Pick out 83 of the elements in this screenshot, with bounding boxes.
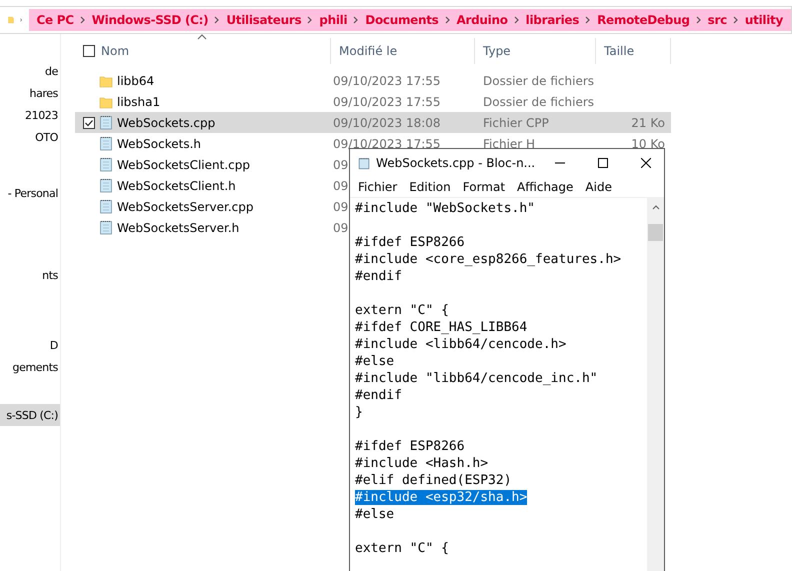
- chevron-icon: [20, 16, 22, 24]
- file-type: Fichier H: [483, 136, 536, 150]
- notepad-file-icon: [99, 115, 113, 130]
- sort-caret-icon: [197, 34, 207, 40]
- date-modified: 09: [333, 158, 348, 172]
- code-line: extern "C" {: [355, 541, 449, 556]
- notepad-file-icon: [99, 199, 113, 214]
- sidebar-item[interactable]: gements: [0, 356, 60, 378]
- code-line: #endif: [355, 388, 402, 403]
- sidebar-item[interactable]: 21023: [0, 104, 60, 126]
- scroll-thumb[interactable]: [648, 224, 663, 241]
- date-modified: 09/10/2023 17:55: [333, 94, 441, 108]
- date-modified: 09: [333, 220, 348, 234]
- chevron-icon: [353, 16, 360, 24]
- notepad-file-icon: [99, 220, 113, 235]
- column-header[interactable]: Nom: [101, 44, 130, 58]
- notepad-file-icon: [99, 157, 113, 172]
- column-header[interactable]: Taille: [604, 44, 634, 58]
- window-title: WebSockets.cpp - Bloc-n...: [376, 156, 536, 170]
- sidebar-item[interactable]: de: [0, 60, 60, 82]
- code-line: #else: [355, 507, 394, 522]
- folder-icon: [99, 74, 113, 88]
- menu-item[interactable]: Fichier: [352, 180, 404, 194]
- code-line: #include <libb64/cencode.h>: [355, 337, 566, 352]
- sidebar-item[interactable]: D: [0, 334, 60, 356]
- code-line: #endif: [355, 269, 402, 284]
- date-modified: 09/10/2023 17:55: [333, 74, 441, 88]
- code-line: #ifdef CORE_HAS_LIBB64: [355, 320, 528, 335]
- file-type: Fichier CPP: [483, 116, 549, 130]
- date-modified: 09/10/2023 17:55: [333, 136, 441, 150]
- code-line: #else: [355, 354, 394, 369]
- code-line: #include "WebSockets.h": [355, 201, 536, 216]
- file-name[interactable]: libb64: [117, 74, 154, 88]
- file-name[interactable]: WebSocketsClient.h: [117, 178, 236, 192]
- chevron-icon: [307, 16, 314, 24]
- chevron-icon: [444, 16, 451, 24]
- close-icon: [640, 158, 650, 168]
- notepad-file-icon: [99, 178, 113, 193]
- file-name[interactable]: libsha1: [117, 94, 160, 108]
- file-type: Dossier de fichiers: [483, 94, 594, 108]
- code-line: #include <core_esp8266_features.h>: [355, 252, 622, 267]
- scroll-up-icon[interactable]: [652, 204, 660, 210]
- chevron-icon: [80, 16, 86, 24]
- file-name[interactable]: WebSocketsServer.h: [117, 220, 240, 234]
- file-type: Dossier de fichiers: [483, 74, 594, 88]
- sidebar-item[interactable]: OTO: [0, 126, 60, 148]
- notepad-icon: [358, 156, 370, 170]
- code-line: #ifdef ESP8266: [355, 439, 465, 454]
- chevron-icon: [585, 16, 592, 24]
- date-modified: 09: [333, 178, 348, 192]
- scrollbar[interactable]: [647, 198, 664, 571]
- menu-item[interactable]: Affichage: [511, 180, 580, 194]
- chevron-icon: [732, 16, 739, 24]
- sidebar-item[interactable]: s-SSD (C:): [0, 404, 60, 426]
- code-line: }: [355, 405, 363, 420]
- chevron-icon: [214, 16, 220, 24]
- code-line: #include <Hash.h>: [355, 456, 488, 471]
- menu-item[interactable]: Edition: [403, 180, 457, 194]
- file-name[interactable]: WebSocketsServer.cpp: [117, 200, 254, 214]
- column-header[interactable]: Modifié le: [339, 44, 398, 58]
- file-name[interactable]: WebSockets.h: [117, 136, 201, 150]
- date-modified: 09/10/2023 18:08: [333, 116, 441, 130]
- code-line: extern "C" {: [355, 303, 449, 318]
- chevron-icon: [696, 16, 702, 24]
- sidebar-item[interactable]: nts: [0, 264, 60, 286]
- date-modified: 09: [333, 200, 348, 214]
- code-line: #include "libb64/cencode_inc.h": [355, 371, 598, 386]
- sidebar-item[interactable]: - Personal: [0, 182, 60, 204]
- column-header[interactable]: Type: [483, 44, 511, 58]
- menu-item[interactable]: Format: [456, 180, 512, 194]
- menu-item[interactable]: Aide: [579, 180, 618, 194]
- folder-icon: [99, 94, 113, 108]
- code-line: #ifdef ESP8266: [355, 235, 465, 250]
- notepad-file-icon: [99, 136, 113, 151]
- sidebar-item[interactable]: hares: [0, 82, 60, 104]
- checkbox[interactable]: [83, 45, 95, 57]
- file-size: 10 Ko: [631, 136, 665, 150]
- code-line: #elif defined(ESP32): [355, 473, 512, 488]
- checkbox[interactable]: [83, 116, 95, 128]
- chevron-icon: [514, 16, 520, 24]
- maximize-icon: [598, 158, 608, 168]
- file-name[interactable]: WebSocketsClient.cpp: [117, 158, 250, 172]
- file-size: 21 Ko: [631, 116, 665, 130]
